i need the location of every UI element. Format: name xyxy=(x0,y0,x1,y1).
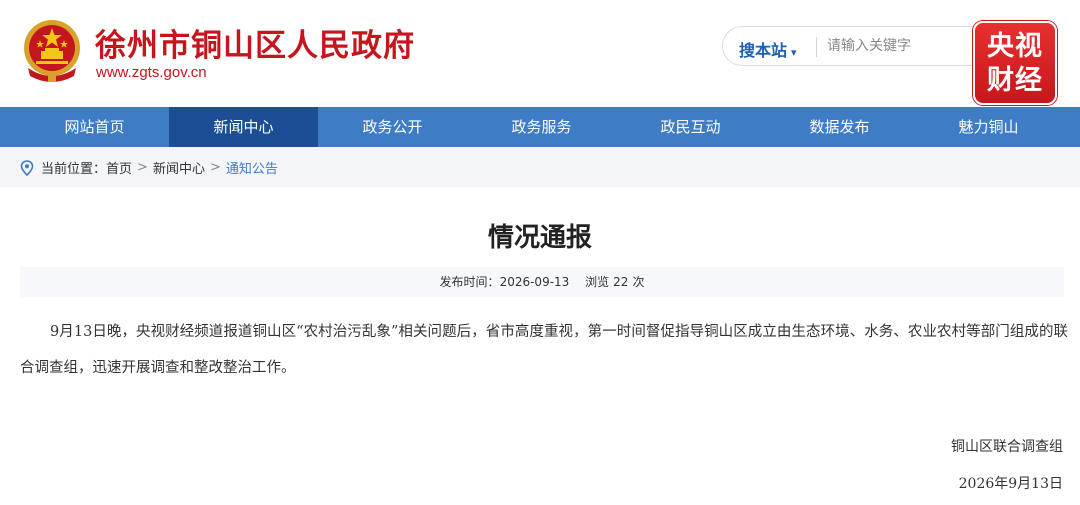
search-divider xyxy=(816,37,817,57)
nav-item-tongshan[interactable]: 魅力铜山 xyxy=(914,107,1063,147)
site-header: 徐州市铜山区人民政府 www.zgts.gov.cn 搜本站▾ 央视 财经 xyxy=(0,0,1080,107)
publish-date: 2026-09-13 xyxy=(499,275,570,289)
nav-item-interaction[interactable]: 政民互动 xyxy=(616,107,765,147)
search-scope-label: 搜本站 xyxy=(739,41,788,60)
views-count: 22 xyxy=(613,275,629,289)
article-paragraph: 9月13日晚，央视财经频道报道铜山区“农村治污乱象”相关问题后，省市高度重视，第… xyxy=(20,324,1068,376)
watermark-line-2: 财经 xyxy=(987,65,1043,96)
article-meta: 发布时间：2026-09-13 浏览 22 次 xyxy=(20,267,1064,297)
view-count: 浏览 22 次 xyxy=(585,275,644,289)
search-input[interactable] xyxy=(827,33,977,59)
article-title: 情况通报 xyxy=(487,223,592,253)
nav-item-home[interactable]: 网站首页 xyxy=(20,107,169,147)
breadcrumb-news[interactable]: 新闻中心 xyxy=(153,158,205,177)
national-emblem-icon[interactable] xyxy=(22,18,82,82)
nav-item-gov-affairs[interactable]: 政务公开 xyxy=(318,107,467,147)
breadcrumb-home[interactable]: 首页 xyxy=(106,158,132,177)
breadcrumb-notices[interactable]: 通知公告 xyxy=(226,158,278,177)
article-signature: 铜山区联合调查组 xyxy=(951,439,1063,455)
publish-time: 发布时间：2026-09-13 xyxy=(440,275,570,289)
breadcrumb: 当前位置： 首页 > 新闻中心 > 通知公告 xyxy=(20,158,278,177)
views-unit: 次 xyxy=(632,275,645,289)
article-sign-date: 2026年9月13日 xyxy=(958,476,1063,492)
search-box: 搜本站 ▾ xyxy=(722,26,1012,66)
site-name[interactable]: 徐州市铜山区人民政府 xyxy=(95,20,415,65)
chevron-down-icon: ▾ xyxy=(791,46,797,59)
views-label: 浏览 xyxy=(585,275,610,289)
nav-item-data[interactable]: 数据发布 xyxy=(765,107,914,147)
main-nav: 网站首页 新闻中心 政务公开 政务服务 政民互动 数据发布 魅力铜山 xyxy=(0,107,1080,147)
breadcrumb-separator: > xyxy=(209,160,221,175)
watermark-line-1: 央视 xyxy=(987,31,1043,62)
site-url[interactable]: www.zgts.gov.cn xyxy=(96,64,207,81)
nav-item-services[interactable]: 政务服务 xyxy=(467,107,616,147)
breadcrumb-prefix: 当前位置： xyxy=(41,162,107,177)
cctv-finance-watermark: 央视 财经 xyxy=(973,21,1057,105)
location-pin-icon xyxy=(20,159,34,176)
breadcrumb-separator: > xyxy=(137,160,148,175)
search-scope-dropdown[interactable]: 搜本站 ▾ xyxy=(739,37,797,61)
nav-item-news[interactable]: 新闻中心 xyxy=(169,107,318,147)
breadcrumb-bar: 当前位置： 首页 > 新闻中心 > 通知公告 xyxy=(0,147,1080,187)
publish-label: 发布时间： xyxy=(439,275,500,289)
